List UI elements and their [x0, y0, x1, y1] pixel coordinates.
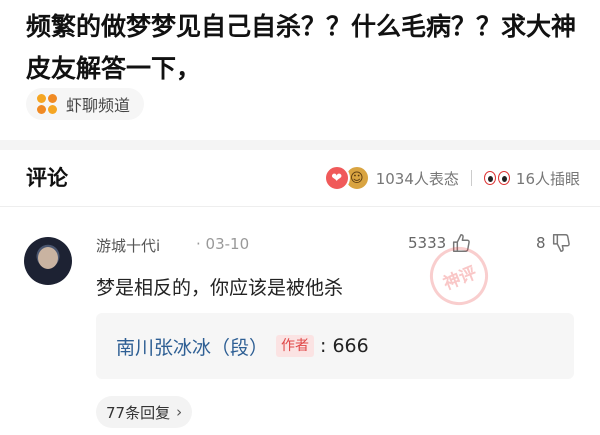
reactions-separator — [470, 170, 472, 186]
comment-item: 游城十代i · 03-10 5333 8 梦是相反的，你应该是被他杀 神评 南川… — [0, 207, 600, 435]
reply-author[interactable]: 南川张冰冰（段） — [116, 333, 268, 360]
like-count: 5333 — [408, 234, 447, 252]
comment-date: · 03-10 — [196, 235, 250, 253]
author-badge: 作者 — [276, 335, 315, 357]
like-reaction-icon: ❤ — [323, 165, 350, 191]
peek-count: 16人插眼 — [515, 169, 580, 188]
avatar[interactable] — [24, 237, 72, 285]
dislike-button[interactable]: 8 — [536, 231, 572, 255]
channel-tag[interactable]: 虾聊频道 — [26, 88, 145, 120]
replies-label: 77条回复 — [106, 403, 171, 422]
comments-title: 评论 — [26, 166, 68, 190]
channel-label: 虾聊频道 — [66, 96, 131, 115]
thumb-down-icon — [552, 234, 570, 252]
reactions-summary[interactable]: ❤ ☺ 1034人表态 16人插眼 — [323, 164, 580, 192]
section-divider — [0, 140, 600, 150]
chevron-right-icon: › — [176, 403, 183, 421]
reply-preview[interactable]: 南川张冰冰（段） 作者 : 666 — [96, 313, 574, 379]
channel-icon — [36, 93, 58, 115]
comments-header: 评论 ❤ ☺ 1034人表态 16人插眼 — [0, 150, 600, 206]
eyes-icon — [483, 171, 510, 185]
dislike-count: 8 — [536, 234, 546, 252]
view-replies-button[interactable]: 77条回复 › — [96, 396, 193, 428]
comment-text: 梦是相反的，你应该是被他杀 — [96, 277, 344, 299]
reaction-count: 1034人表态 — [375, 169, 459, 188]
comment-username[interactable]: 游城十代i — [96, 235, 160, 256]
post-title: 频繁的做梦梦见自己自杀？？什么毛病？？求大神皮友解答一下， — [26, 12, 577, 83]
reply-text: : 666 — [320, 335, 369, 357]
